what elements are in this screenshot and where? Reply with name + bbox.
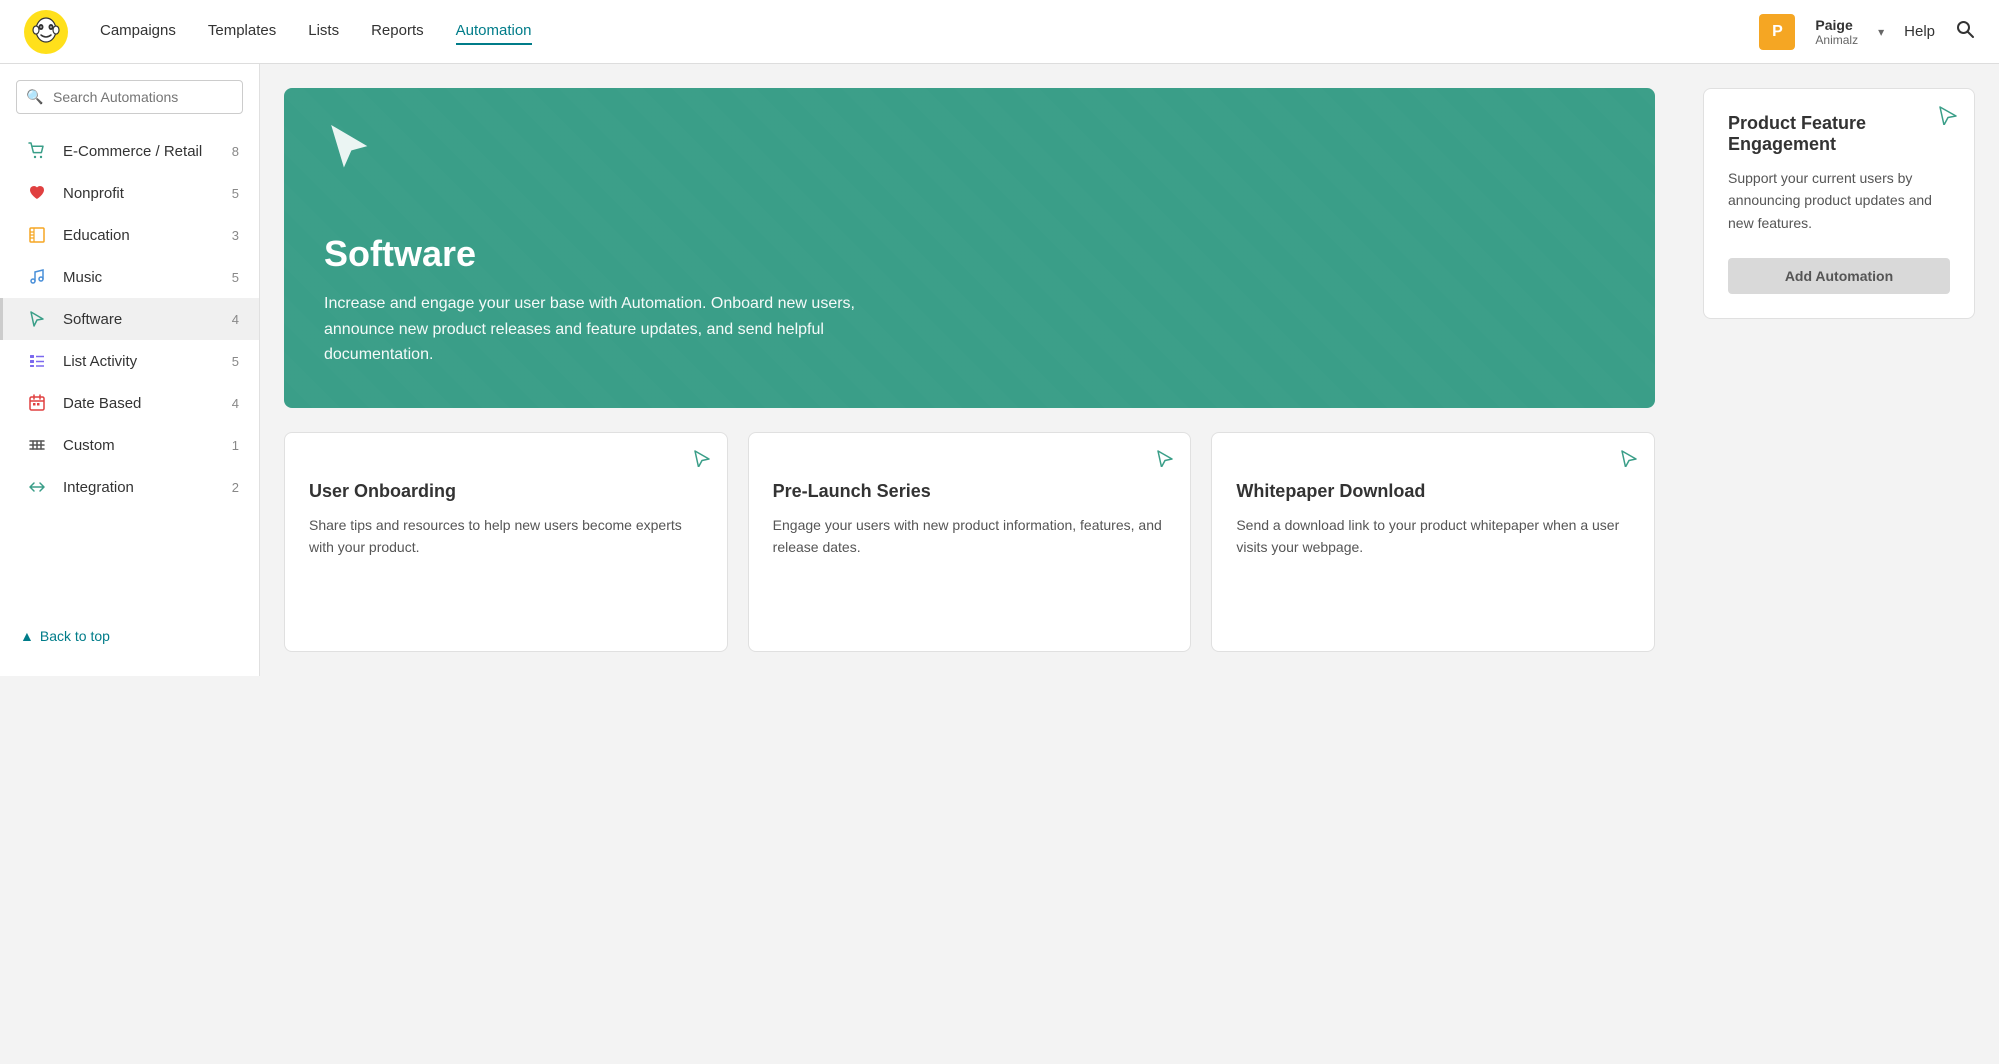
user-info: Paige Animalz — [1815, 17, 1858, 47]
list-icon — [23, 352, 51, 370]
card-whitepaper-desc: Send a download link to your product whi… — [1236, 514, 1630, 559]
cursor-icon-whitepaper — [1620, 449, 1638, 472]
search-icon[interactable] — [1955, 19, 1975, 44]
logo[interactable] — [24, 10, 68, 54]
sidebar-date-based-count: 4 — [232, 396, 239, 411]
add-automation-button[interactable]: Add Automation — [1728, 258, 1950, 294]
arrows-icon — [23, 478, 51, 496]
calendar-icon — [23, 394, 51, 412]
sidebar-education-count: 3 — [232, 228, 239, 243]
nav-links: Campaigns Templates Lists Reports Automa… — [100, 18, 1759, 45]
card-prelaunch: Pre-Launch Series Engage your users with… — [748, 432, 1192, 652]
sidebar-list-activity-label: List Activity — [63, 353, 232, 370]
nav-reports[interactable]: Reports — [371, 18, 424, 45]
nav-automation[interactable]: Automation — [456, 18, 532, 45]
sidebar-nonprofit-count: 5 — [232, 186, 239, 201]
user-org: Animalz — [1815, 33, 1858, 47]
feature-card-title: Product Feature Engagement — [1728, 113, 1950, 155]
user-chevron-icon[interactable]: ▾ — [1878, 25, 1884, 39]
sidebar: 🔍 E-Commerce / Retail 8 Nonprofit — [0, 64, 260, 676]
sidebar-software-label: Software — [63, 311, 232, 328]
sidebar-item-integration[interactable]: Integration 2 — [0, 466, 259, 508]
heart-icon — [23, 184, 51, 202]
sidebar-custom-label: Custom — [63, 437, 232, 454]
help-link[interactable]: Help — [1904, 23, 1935, 40]
feature-card: Product Feature Engagement Support your … — [1703, 88, 1975, 319]
sidebar-ecommerce-count: 8 — [232, 144, 239, 159]
sidebar-integration-label: Integration — [63, 479, 232, 496]
sidebar-list-activity-count: 5 — [232, 354, 239, 369]
nav-templates[interactable]: Templates — [208, 18, 276, 45]
cursor-icon — [23, 310, 51, 328]
card-onboarding-desc: Share tips and resources to help new use… — [309, 514, 703, 559]
sidebar-search-wrapper: 🔍 — [16, 80, 243, 114]
top-navigation: Campaigns Templates Lists Reports Automa… — [0, 0, 1999, 64]
user-avatar[interactable]: P — [1759, 14, 1795, 50]
hero-cursor-icon — [324, 120, 376, 184]
nav-campaigns[interactable]: Campaigns — [100, 18, 176, 45]
sidebar-item-date-based[interactable]: Date Based 4 — [0, 382, 259, 424]
music-icon — [23, 268, 51, 286]
topnav-right: P Paige Animalz ▾ Help — [1759, 14, 1975, 50]
sidebar-music-count: 5 — [232, 270, 239, 285]
hero-card: Software Increase and engage your user b… — [284, 88, 1655, 408]
cursor-icon-feature — [1938, 105, 1958, 130]
sidebar-item-list-activity[interactable]: List Activity 5 — [0, 340, 259, 382]
main-content: Software Increase and engage your user b… — [260, 64, 1679, 676]
card-prelaunch-title: Pre-Launch Series — [773, 481, 1167, 502]
sidebar-item-custom[interactable]: Custom 1 — [0, 424, 259, 466]
sidebar-custom-count: 1 — [232, 438, 239, 453]
sidebar-education-label: Education — [63, 227, 232, 244]
sidebar-music-label: Music — [63, 269, 232, 286]
cursor-icon-prelaunch — [1156, 449, 1174, 472]
sidebar-date-based-label: Date Based — [63, 395, 232, 412]
card-prelaunch-desc: Engage your users with new product infor… — [773, 514, 1167, 559]
hero-title: Software — [324, 233, 1615, 275]
nav-lists[interactable]: Lists — [308, 18, 339, 45]
sidebar-integration-count: 2 — [232, 480, 239, 495]
book-icon — [23, 226, 51, 244]
sidebar-item-software[interactable]: Software 4 — [0, 298, 259, 340]
sidebar-software-count: 4 — [232, 312, 239, 327]
sidebar-item-ecommerce[interactable]: E-Commerce / Retail 8 — [0, 130, 259, 172]
cursor-icon-onboarding — [693, 449, 711, 472]
card-whitepaper: Whitepaper Download Send a download link… — [1211, 432, 1655, 652]
sidebar-ecommerce-label: E-Commerce / Retail — [63, 143, 232, 160]
page-body: 🔍 E-Commerce / Retail 8 Nonprofit — [0, 64, 1999, 676]
chevron-up-icon: ▲ — [20, 628, 34, 644]
sidebar-item-music[interactable]: Music 5 — [0, 256, 259, 298]
card-user-onboarding: User Onboarding Share tips and resources… — [284, 432, 728, 652]
sidebar-nonprofit-label: Nonprofit — [63, 185, 232, 202]
back-to-top-label: Back to top — [40, 628, 110, 644]
right-panel: Product Feature Engagement Support your … — [1679, 64, 1999, 676]
card-onboarding-title: User Onboarding — [309, 481, 703, 502]
sidebar-item-nonprofit[interactable]: Nonprofit 5 — [0, 172, 259, 214]
card-whitepaper-title: Whitepaper Download — [1236, 481, 1630, 502]
cart-icon — [23, 142, 51, 160]
hero-description: Increase and engage your user base with … — [324, 291, 924, 368]
feature-card-description: Support your current users by announcing… — [1728, 167, 1950, 234]
search-input[interactable] — [16, 80, 243, 114]
sidebar-item-education[interactable]: Education 3 — [0, 214, 259, 256]
back-to-top[interactable]: ▲ Back to top — [0, 612, 259, 660]
sidebar-search-icon: 🔍 — [26, 89, 43, 106]
user-name: Paige — [1815, 17, 1858, 33]
bars-icon — [23, 436, 51, 454]
automation-cards-grid: User Onboarding Share tips and resources… — [284, 432, 1655, 652]
